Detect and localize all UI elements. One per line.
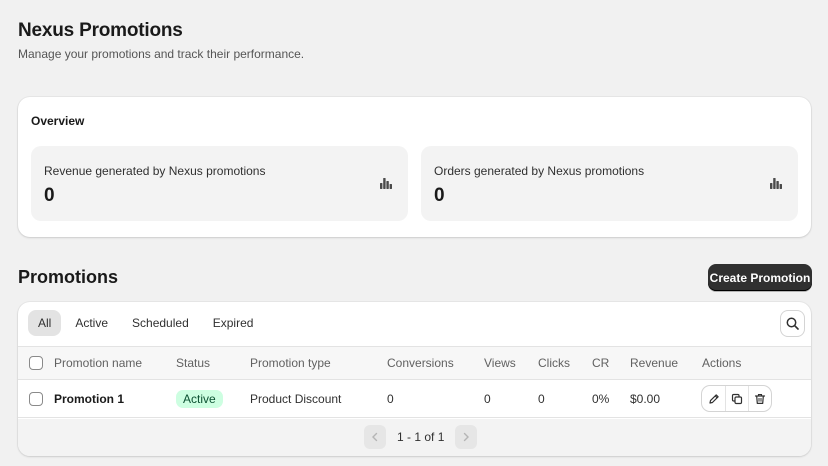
table-header: Promotion name Status Promotion type Con…	[18, 346, 811, 380]
orders-stat-card: Orders generated by Nexus promotions 0	[421, 146, 798, 221]
search-button[interactable]	[781, 311, 804, 336]
promotions-title: Promotions	[18, 267, 119, 287]
pagination: 1 - 1 of 1	[364, 425, 478, 449]
pagination-label: 1 - 1 of 1	[397, 430, 445, 444]
conversions-value: 0	[387, 391, 394, 406]
status-badge: Active	[176, 389, 223, 408]
revenue-value: $0.00	[630, 391, 661, 406]
row-actions	[702, 386, 771, 411]
overview-title: Overview	[31, 114, 85, 128]
row-select-cell	[29, 380, 43, 417]
column-header-type[interactable]: Promotion type	[250, 347, 331, 379]
tab-expired[interactable]: Expired	[203, 310, 264, 336]
tab-scheduled[interactable]: Scheduled	[122, 310, 199, 336]
cr-value: 0%	[592, 391, 610, 406]
views-value: 0	[484, 391, 491, 406]
duplicate-icon	[731, 393, 743, 404]
column-header-name[interactable]: Promotion name	[54, 347, 142, 379]
delete-icon	[754, 393, 766, 404]
bar-chart-icon	[770, 178, 782, 189]
column-header-views[interactable]: Views	[484, 347, 516, 379]
column-header-conversions[interactable]: Conversions	[387, 347, 454, 379]
previous-page-button[interactable]	[364, 425, 386, 449]
revenue-stat-value: 0	[44, 185, 55, 206]
promotions-table-card: All Active Scheduled Expired Promotion n…	[18, 302, 811, 456]
promotion-name[interactable]: Promotion 1	[54, 380, 124, 417]
duplicate-button[interactable]	[725, 386, 748, 411]
bar-chart-icon	[380, 178, 392, 189]
edit-button[interactable]	[702, 386, 725, 411]
table-footer: 1 - 1 of 1	[18, 419, 811, 456]
create-promotion-button[interactable]: Create Promotion	[708, 264, 812, 291]
select-all-cell	[29, 347, 43, 379]
select-all-checkbox[interactable]	[29, 356, 43, 370]
table-row[interactable]: Promotion 1 Active Product Discount 0 0 …	[18, 380, 811, 418]
column-header-clicks[interactable]: Clicks	[538, 347, 570, 379]
page-subtitle: Manage your promotions and track their p…	[18, 47, 305, 61]
revenue-stat-card: Revenue generated by Nexus promotions 0	[31, 146, 408, 221]
row-checkbox[interactable]	[29, 391, 43, 406]
column-header-revenue[interactable]: Revenue	[630, 347, 678, 379]
next-page-button[interactable]	[455, 425, 478, 449]
clicks-value: 0	[538, 391, 545, 406]
column-header-status[interactable]: Status	[176, 347, 210, 379]
revenue-stat-label: Revenue generated by Nexus promotions	[44, 164, 266, 178]
search-icon	[786, 317, 799, 330]
column-header-cr[interactable]: CR	[592, 347, 609, 379]
overview-card: Overview Revenue generated by Nexus prom…	[18, 97, 811, 237]
chevron-right-icon	[464, 432, 470, 442]
orders-stat-value: 0	[434, 185, 445, 206]
status-cell: Active	[176, 380, 223, 417]
orders-stat-label: Orders generated by Nexus promotions	[434, 164, 645, 178]
edit-icon	[708, 393, 719, 404]
actions-cell	[702, 380, 771, 417]
tab-all[interactable]: All	[28, 310, 62, 336]
column-header-actions: Actions	[702, 356, 742, 370]
promotion-type: Product Discount	[250, 391, 342, 406]
page-title: Nexus Promotions	[18, 20, 183, 41]
tab-active[interactable]: Active	[65, 310, 118, 336]
chevron-left-icon	[372, 432, 378, 442]
delete-button[interactable]	[748, 386, 771, 411]
filter-tabs: All Active Scheduled Expired	[28, 310, 263, 336]
